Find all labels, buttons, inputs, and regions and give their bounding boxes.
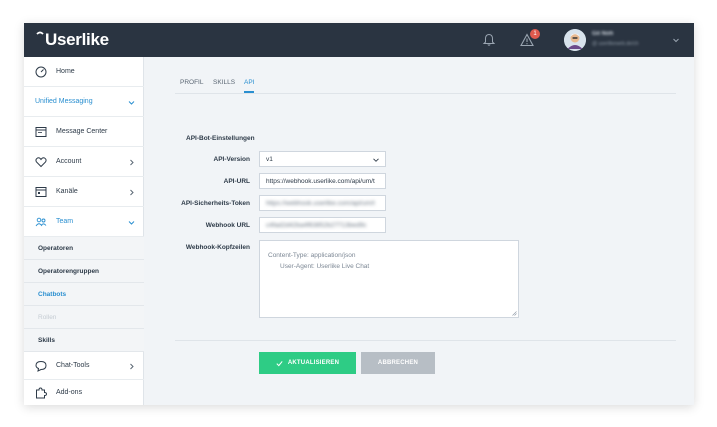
message-center-icon [35, 127, 47, 137]
user-subtitle: @ userlikeweb.de/ch [592, 41, 639, 47]
sidebar-subitem-operatorengruppen[interactable]: Operatorengruppen [24, 260, 144, 283]
channels-icon [35, 187, 47, 197]
puzzle-icon [36, 387, 47, 399]
chat-bubble-icon [35, 360, 47, 372]
api-url-field[interactable]: https://webhook.userlike.com/api/um/t [259, 173, 386, 189]
resize-handle-icon[interactable] [512, 311, 517, 316]
sidebar-item-account[interactable]: Account [24, 147, 144, 177]
sidebar-item-team[interactable]: Team [24, 207, 144, 237]
sidebar-subitem-rollen: Rollen [24, 306, 144, 329]
headers-line: User-Agent: Userlike Live Chat [280, 263, 370, 270]
cancel-button[interactable]: ABBRECHEN [361, 352, 435, 374]
chevron-right-icon [130, 189, 134, 196]
main-content: PROFIL SKILLS API API-Bot-Einstellungen … [145, 57, 694, 405]
token-value: https://webhook.userlike.com/api/um/t [266, 200, 375, 207]
tab-api[interactable]: API [244, 79, 255, 93]
sidebar-subitem-operatoren[interactable]: Operatoren [24, 237, 144, 260]
update-button[interactable]: AKTUALISIEREN [259, 352, 356, 374]
webhook-headers-textarea[interactable]: Content-Type: application/json User-Agen… [259, 240, 519, 318]
heart-icon [35, 157, 47, 168]
subitem-label: Chatbots [38, 291, 67, 298]
api-version-label: API-Version [213, 156, 250, 163]
divider [175, 340, 676, 341]
subitem-label: Operatorengruppen [38, 268, 100, 275]
token-label: API-Sicherheits-Token [181, 200, 250, 207]
sidebar-item-label: Chat-Tools [56, 362, 90, 369]
chevron-down-icon [128, 221, 135, 225]
chevron-down-icon[interactable] [672, 36, 680, 44]
subitem-label: Operatoren [38, 245, 74, 252]
sidebar-item-message-center[interactable]: Message Center [24, 117, 144, 147]
token-field[interactable]: https://webhook.userlike.com/api/um/t [259, 195, 386, 211]
team-icon [35, 217, 47, 227]
sidebar-subitem-chatbots[interactable]: Chatbots [24, 283, 144, 306]
user-avatar-icon [564, 29, 586, 51]
sidebar-item-kanaele[interactable]: Kanäle [24, 177, 144, 207]
chevron-down-icon [373, 158, 379, 162]
tab-skills[interactable]: SKILLS [213, 79, 235, 86]
headers-line: Content-Type: application/json [268, 252, 356, 259]
sidebar-item-add-ons[interactable]: Add-ons [24, 380, 144, 405]
sidebar-item-label: Unified Messaging [35, 98, 93, 105]
headers-label: Webhook-Kopfzeilen [185, 244, 250, 251]
sidebar-subitem-skills[interactable]: Skills [24, 329, 144, 352]
checkmark-icon [276, 360, 283, 366]
chevron-right-icon [130, 363, 134, 370]
sidebar-item-label: Home [56, 68, 75, 75]
notification-badge: 1 [530, 29, 540, 39]
logo-mark-icon [36, 31, 44, 35]
avatar[interactable] [564, 29, 586, 51]
user-name: Gil Noh [592, 31, 614, 37]
top-bar: Userlike 1 Gil Noh @ userlikeweb.de/ch [24, 23, 694, 57]
tab-bar: PROFIL SKILLS API [175, 77, 676, 94]
subitem-label: Skills [38, 337, 55, 344]
logo-text: Userlike [45, 30, 109, 49]
chevron-down-icon [128, 101, 135, 105]
tab-profil[interactable]: PROFIL [180, 79, 203, 86]
sidebar-item-label: Team [56, 218, 74, 225]
webhook-url-label: Webhook URL [205, 222, 250, 229]
subitem-label: Rollen [38, 314, 57, 321]
api-url-label: API-URL [223, 178, 250, 185]
sidebar-item-label: Message Center [56, 128, 108, 135]
api-url-value: https://webhook.userlike.com/api/um/t [266, 178, 375, 185]
userlike-logo[interactable]: Userlike [36, 29, 109, 51]
bell-icon[interactable] [482, 33, 496, 47]
cancel-button-label: ABBRECHEN [377, 360, 419, 366]
app-window: Userlike 1 Gil Noh @ userlikeweb.de/ch H… [24, 23, 694, 405]
webhook-url-value: c4fad2d42ba4f63852b27713bed9c [266, 222, 367, 229]
sidebar-item-chat-tools[interactable]: Chat-Tools [24, 352, 144, 380]
sidebar-item-label: Account [56, 158, 82, 165]
sidebar-item-unified-messaging[interactable]: Unified Messaging [24, 87, 144, 117]
sidebar: Home Unified Messaging Message Center Ac… [24, 57, 144, 405]
chevron-right-icon [130, 159, 134, 166]
api-version-value: v1 [266, 156, 273, 163]
sidebar-item-label: Kanäle [56, 188, 78, 195]
sidebar-item-home[interactable]: Home [24, 57, 144, 87]
speedometer-icon [35, 66, 47, 78]
section-title: API-Bot-Einstellungen [186, 135, 255, 142]
sidebar-item-label: Add-ons [56, 389, 83, 396]
webhook-url-field[interactable]: c4fad2d42ba4f63852b27713bed9c [259, 217, 386, 233]
api-version-select[interactable]: v1 [259, 151, 386, 167]
update-button-label: AKTUALISIEREN [287, 360, 340, 366]
